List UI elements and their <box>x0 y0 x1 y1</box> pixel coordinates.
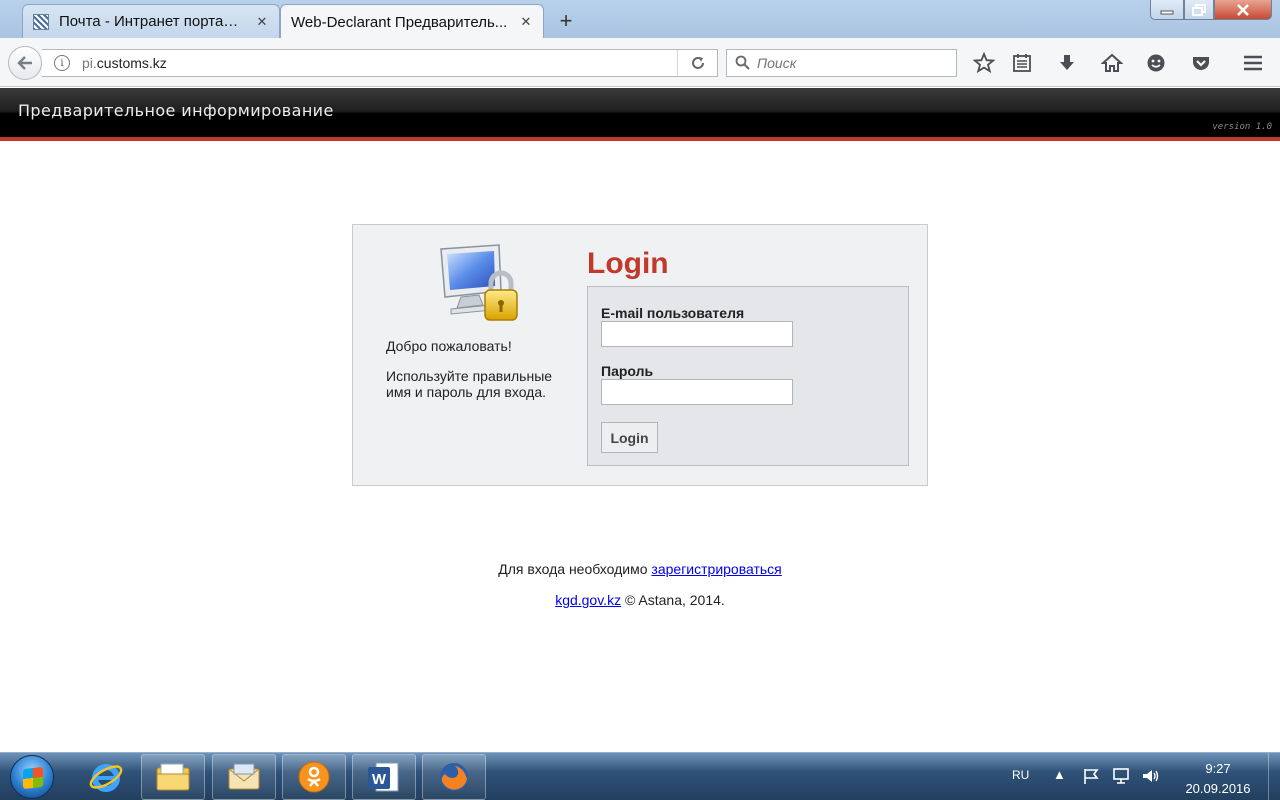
language-indicator[interactable]: RU <box>1012 768 1029 782</box>
minimize-icon <box>1160 10 1174 14</box>
start-button[interactable] <box>10 755 54 799</box>
tab-close-icon[interactable]: ✕ <box>255 14 269 30</box>
login-form: E-mail пользователя Пароль Login <box>587 286 909 466</box>
close-window-button[interactable] <box>1214 0 1272 20</box>
clock-date: 20.09.2016 <box>1185 781 1251 796</box>
home-icon[interactable] <box>1100 51 1124 75</box>
bookmark-star-icon[interactable] <box>972 51 996 75</box>
menu-icon[interactable] <box>1241 51 1265 75</box>
taskbar: W RU ▲ 9:27 20.09.2016 <box>0 752 1280 800</box>
word-icon[interactable]: W <box>352 754 416 800</box>
restore-icon <box>1192 3 1206 16</box>
firefox-icon[interactable] <box>422 754 486 800</box>
email-app-icon[interactable] <box>212 754 276 800</box>
register-prefix: Для входа необходимо <box>498 561 648 577</box>
pocket-icon[interactable] <box>1189 51 1213 75</box>
tab-title: Почта - Интранет портал ... <box>59 13 247 30</box>
search-bar[interactable] <box>726 49 957 77</box>
password-label: Пароль <box>601 363 654 379</box>
reading-list-icon[interactable] <box>1010 51 1034 75</box>
file-explorer-icon[interactable] <box>141 754 205 800</box>
tab-close-icon[interactable]: ✕ <box>519 14 533 30</box>
secure-computer-lock-icon <box>440 244 518 321</box>
email-label: E-mail пользователя <box>601 305 745 321</box>
site-version: version 1.0 <box>1212 122 1272 132</box>
network-icon[interactable] <box>1112 767 1132 788</box>
windows-logo-icon <box>23 766 43 790</box>
back-button[interactable] <box>8 46 42 80</box>
tab-web-declarant[interactable]: Web-Declarant Предваритель... ✕ <box>280 4 544 39</box>
site-title: Предварительное информирование <box>18 101 334 120</box>
kgd-site-link[interactable]: kgd.gov.kz <box>555 592 621 608</box>
show-desktop-button[interactable] <box>1268 753 1280 800</box>
login-hint-text: Используйте правильные имя и пароль для … <box>386 368 553 400</box>
site-header: Предварительное информирование version 1… <box>0 88 1280 141</box>
login-heading: Login <box>587 247 669 280</box>
minimize-button[interactable] <box>1150 0 1184 20</box>
email-field[interactable] <box>601 321 793 347</box>
system-clock[interactable]: 9:27 20.09.2016 <box>1176 759 1260 799</box>
hello-icon[interactable] <box>1144 51 1168 75</box>
browser-tab-strip: Почта - Интранет портал ... ✕ Web-Declar… <box>0 0 1280 39</box>
search-input[interactable] <box>757 55 947 71</box>
register-link[interactable]: зарегистрироваться <box>651 561 781 577</box>
clock-time: 9:27 <box>1205 761 1231 776</box>
back-arrow-icon <box>17 56 32 70</box>
site-info-icon[interactable]: i <box>54 55 70 71</box>
restore-button[interactable] <box>1184 0 1214 20</box>
copyright-text: © Astana, 2014. <box>624 592 725 608</box>
password-field[interactable] <box>601 379 793 405</box>
portal-favicon-icon <box>33 13 49 30</box>
odnoklassniki-icon[interactable] <box>282 754 346 800</box>
welcome-text: Добро пожаловать! <box>386 338 512 354</box>
copyright-line: kgd.gov.kz © Astana, 2014. <box>0 592 1280 608</box>
volume-icon[interactable] <box>1141 767 1161 788</box>
reload-icon <box>691 57 704 69</box>
download-icon[interactable] <box>1055 51 1079 75</box>
tab-mail-portal[interactable]: Почта - Интранет портал ... ✕ <box>22 4 280 38</box>
new-tab-button[interactable]: + <box>554 8 578 34</box>
tab-title: Web-Declarant Предваритель... <box>291 13 508 31</box>
address-bar[interactable]: i pi.customs.kz <box>42 49 718 77</box>
browser-navbar: i pi.customs.kz <box>0 38 1280 87</box>
internet-explorer-icon[interactable] <box>74 754 138 800</box>
show-hidden-icons-icon[interactable]: ▲ <box>1053 767 1066 782</box>
svg-text:W: W <box>372 771 387 788</box>
reload-button[interactable] <box>677 50 717 76</box>
url-text: pi.customs.kz <box>82 55 167 71</box>
action-center-flag-icon[interactable] <box>1082 767 1100 788</box>
login-button[interactable]: Login <box>601 422 658 453</box>
register-line: Для входа необходимо зарегистрироваться <box>0 561 1280 577</box>
close-icon <box>1237 3 1249 16</box>
search-icon <box>735 55 750 70</box>
login-panel: Добро пожаловать! Используйте правильные… <box>352 224 928 486</box>
